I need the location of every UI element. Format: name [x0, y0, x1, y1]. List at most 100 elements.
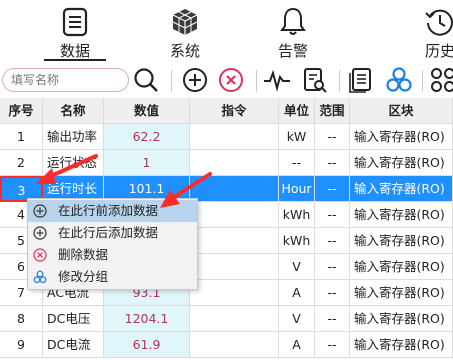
row-index: 9 — [0, 332, 43, 358]
row-command[interactable] — [190, 176, 279, 202]
row-range: -- — [315, 306, 350, 332]
report-icon[interactable] — [300, 66, 328, 94]
document-icon[interactable] — [347, 66, 375, 94]
row-unit: -- — [279, 150, 315, 176]
top-navigation: 数据 系统 告警 历史 — [0, 0, 453, 62]
row-unit: kW — [279, 124, 315, 150]
menu-item-insert-after[interactable]: 在此行后添加数据 — [28, 222, 197, 244]
toolbar-separator — [422, 70, 423, 92]
row-name[interactable]: 运行状态 — [43, 150, 104, 176]
header-unit[interactable]: 单位 — [279, 98, 315, 124]
toolbar-separator — [339, 70, 340, 92]
tab-data-label: 数据 — [59, 42, 90, 60]
table-row[interactable]: 9 DC电流 61.9 A -- 输入寄存器(RO) — [0, 332, 453, 358]
row-range: -- — [315, 150, 350, 176]
header-value[interactable]: 数值 — [104, 98, 190, 124]
row-index: 8 — [0, 306, 43, 332]
row-value[interactable]: 62.2 — [104, 124, 190, 150]
tab-history[interactable]: 历史 — [405, 0, 453, 62]
search-input[interactable] — [2, 68, 129, 92]
row-name[interactable]: DC电流 — [43, 332, 104, 358]
waveform-icon[interactable] — [263, 66, 291, 94]
table-row[interactable]: 8 DC电压 1204.1 V -- 输入寄存器(RO) — [0, 306, 453, 332]
row-value[interactable]: 61.9 — [104, 332, 190, 358]
menu-item-change-group[interactable]: 修改分组 — [28, 266, 197, 288]
add-icon[interactable] — [181, 66, 209, 94]
tab-system[interactable]: 系统 — [150, 0, 220, 62]
add-icon — [33, 204, 47, 218]
row-range: -- — [315, 280, 350, 306]
table-header: 序号 名称 数值 指令 单位 范围 区块 — [0, 98, 453, 124]
row-unit: Hour — [279, 176, 315, 202]
row-unit: A — [279, 280, 315, 306]
tab-alarm[interactable]: 告警 — [258, 0, 328, 62]
group-icon[interactable] — [385, 66, 413, 94]
row-block: 输入寄存器(RO) — [350, 150, 453, 176]
row-command[interactable] — [190, 202, 279, 228]
delete-icon[interactable] — [217, 66, 245, 94]
row-range: -- — [315, 124, 350, 150]
row-block: 输入寄存器(RO) — [350, 124, 453, 150]
menu-item-insert-before[interactable]: 在此行前添加数据 — [28, 200, 197, 222]
row-range: -- — [315, 202, 350, 228]
header-command[interactable]: 指令 — [190, 98, 279, 124]
toolbar-separator — [171, 70, 172, 92]
add-icon — [33, 226, 47, 240]
row-range: -- — [315, 228, 350, 254]
row-unit: V — [279, 254, 315, 280]
row-command[interactable] — [190, 280, 279, 306]
row-block: 输入寄存器(RO) — [350, 202, 453, 228]
row-name[interactable]: 输出功率 — [43, 124, 104, 150]
row-unit: V — [279, 306, 315, 332]
menu-item-delete[interactable]: 删除数据 — [28, 244, 197, 266]
tab-data[interactable]: 数据 — [40, 0, 110, 62]
list-icon — [62, 7, 88, 37]
row-unit: kWh — [279, 228, 315, 254]
cube-icon — [172, 9, 198, 35]
active-tab-indicator — [44, 59, 106, 61]
search-icon[interactable] — [132, 66, 160, 94]
row-index: 1 — [0, 124, 43, 150]
row-value[interactable]: 1204.1 — [104, 306, 190, 332]
row-command[interactable] — [190, 150, 279, 176]
header-index[interactable]: 序号 — [0, 98, 43, 124]
history-icon — [425, 9, 453, 36]
row-range: -- — [315, 332, 350, 358]
row-unit: A — [279, 332, 315, 358]
row-unit: kWh — [279, 202, 315, 228]
row-block: 输入寄存器(RO) — [350, 332, 453, 358]
tab-alarm-label: 告警 — [277, 42, 308, 60]
row-command[interactable] — [190, 306, 279, 332]
row-block: 输入寄存器(RO) — [350, 254, 453, 280]
menu-item-label: 修改分组 — [58, 269, 109, 284]
row-command[interactable] — [190, 332, 279, 358]
group-icon — [33, 270, 47, 284]
row-range: -- — [315, 254, 350, 280]
row-command[interactable] — [190, 254, 279, 280]
toolbar-separator — [256, 70, 257, 92]
bell-icon — [280, 7, 306, 35]
table-row[interactable]: 1 输出功率 62.2 kW -- 输入寄存器(RO) — [0, 124, 453, 150]
menu-item-label: 在此行后添加数据 — [58, 225, 159, 240]
row-block: 输入寄存器(RO) — [350, 280, 453, 306]
row-block: 输入寄存器(RO) — [350, 228, 453, 254]
row-index: 2 — [0, 150, 43, 176]
menu-item-label: 删除数据 — [58, 247, 109, 262]
table-row[interactable]: 2 运行状态 1 -- -- 输入寄存器(RO) — [0, 150, 453, 176]
row-range: -- — [315, 176, 350, 202]
header-name[interactable]: 名称 — [43, 98, 104, 124]
delete-icon — [33, 248, 47, 262]
row-command[interactable] — [190, 228, 279, 254]
header-block[interactable]: 区块 — [350, 98, 453, 124]
row-value[interactable]: 1 — [104, 150, 190, 176]
toolbar — [0, 62, 453, 98]
tab-system-label: 系统 — [169, 42, 200, 60]
row-command[interactable] — [190, 124, 279, 150]
row-block: 输入寄存器(RO) — [350, 176, 453, 202]
header-range[interactable]: 范围 — [315, 98, 350, 124]
row-name[interactable]: DC电压 — [43, 306, 104, 332]
more-icon[interactable] — [429, 66, 453, 94]
context-menu: 在此行前添加数据 在此行后添加数据 删除数据 修改分组 — [27, 198, 198, 290]
row-block: 输入寄存器(RO) — [350, 306, 453, 332]
menu-item-label: 在此行前添加数据 — [58, 203, 159, 218]
